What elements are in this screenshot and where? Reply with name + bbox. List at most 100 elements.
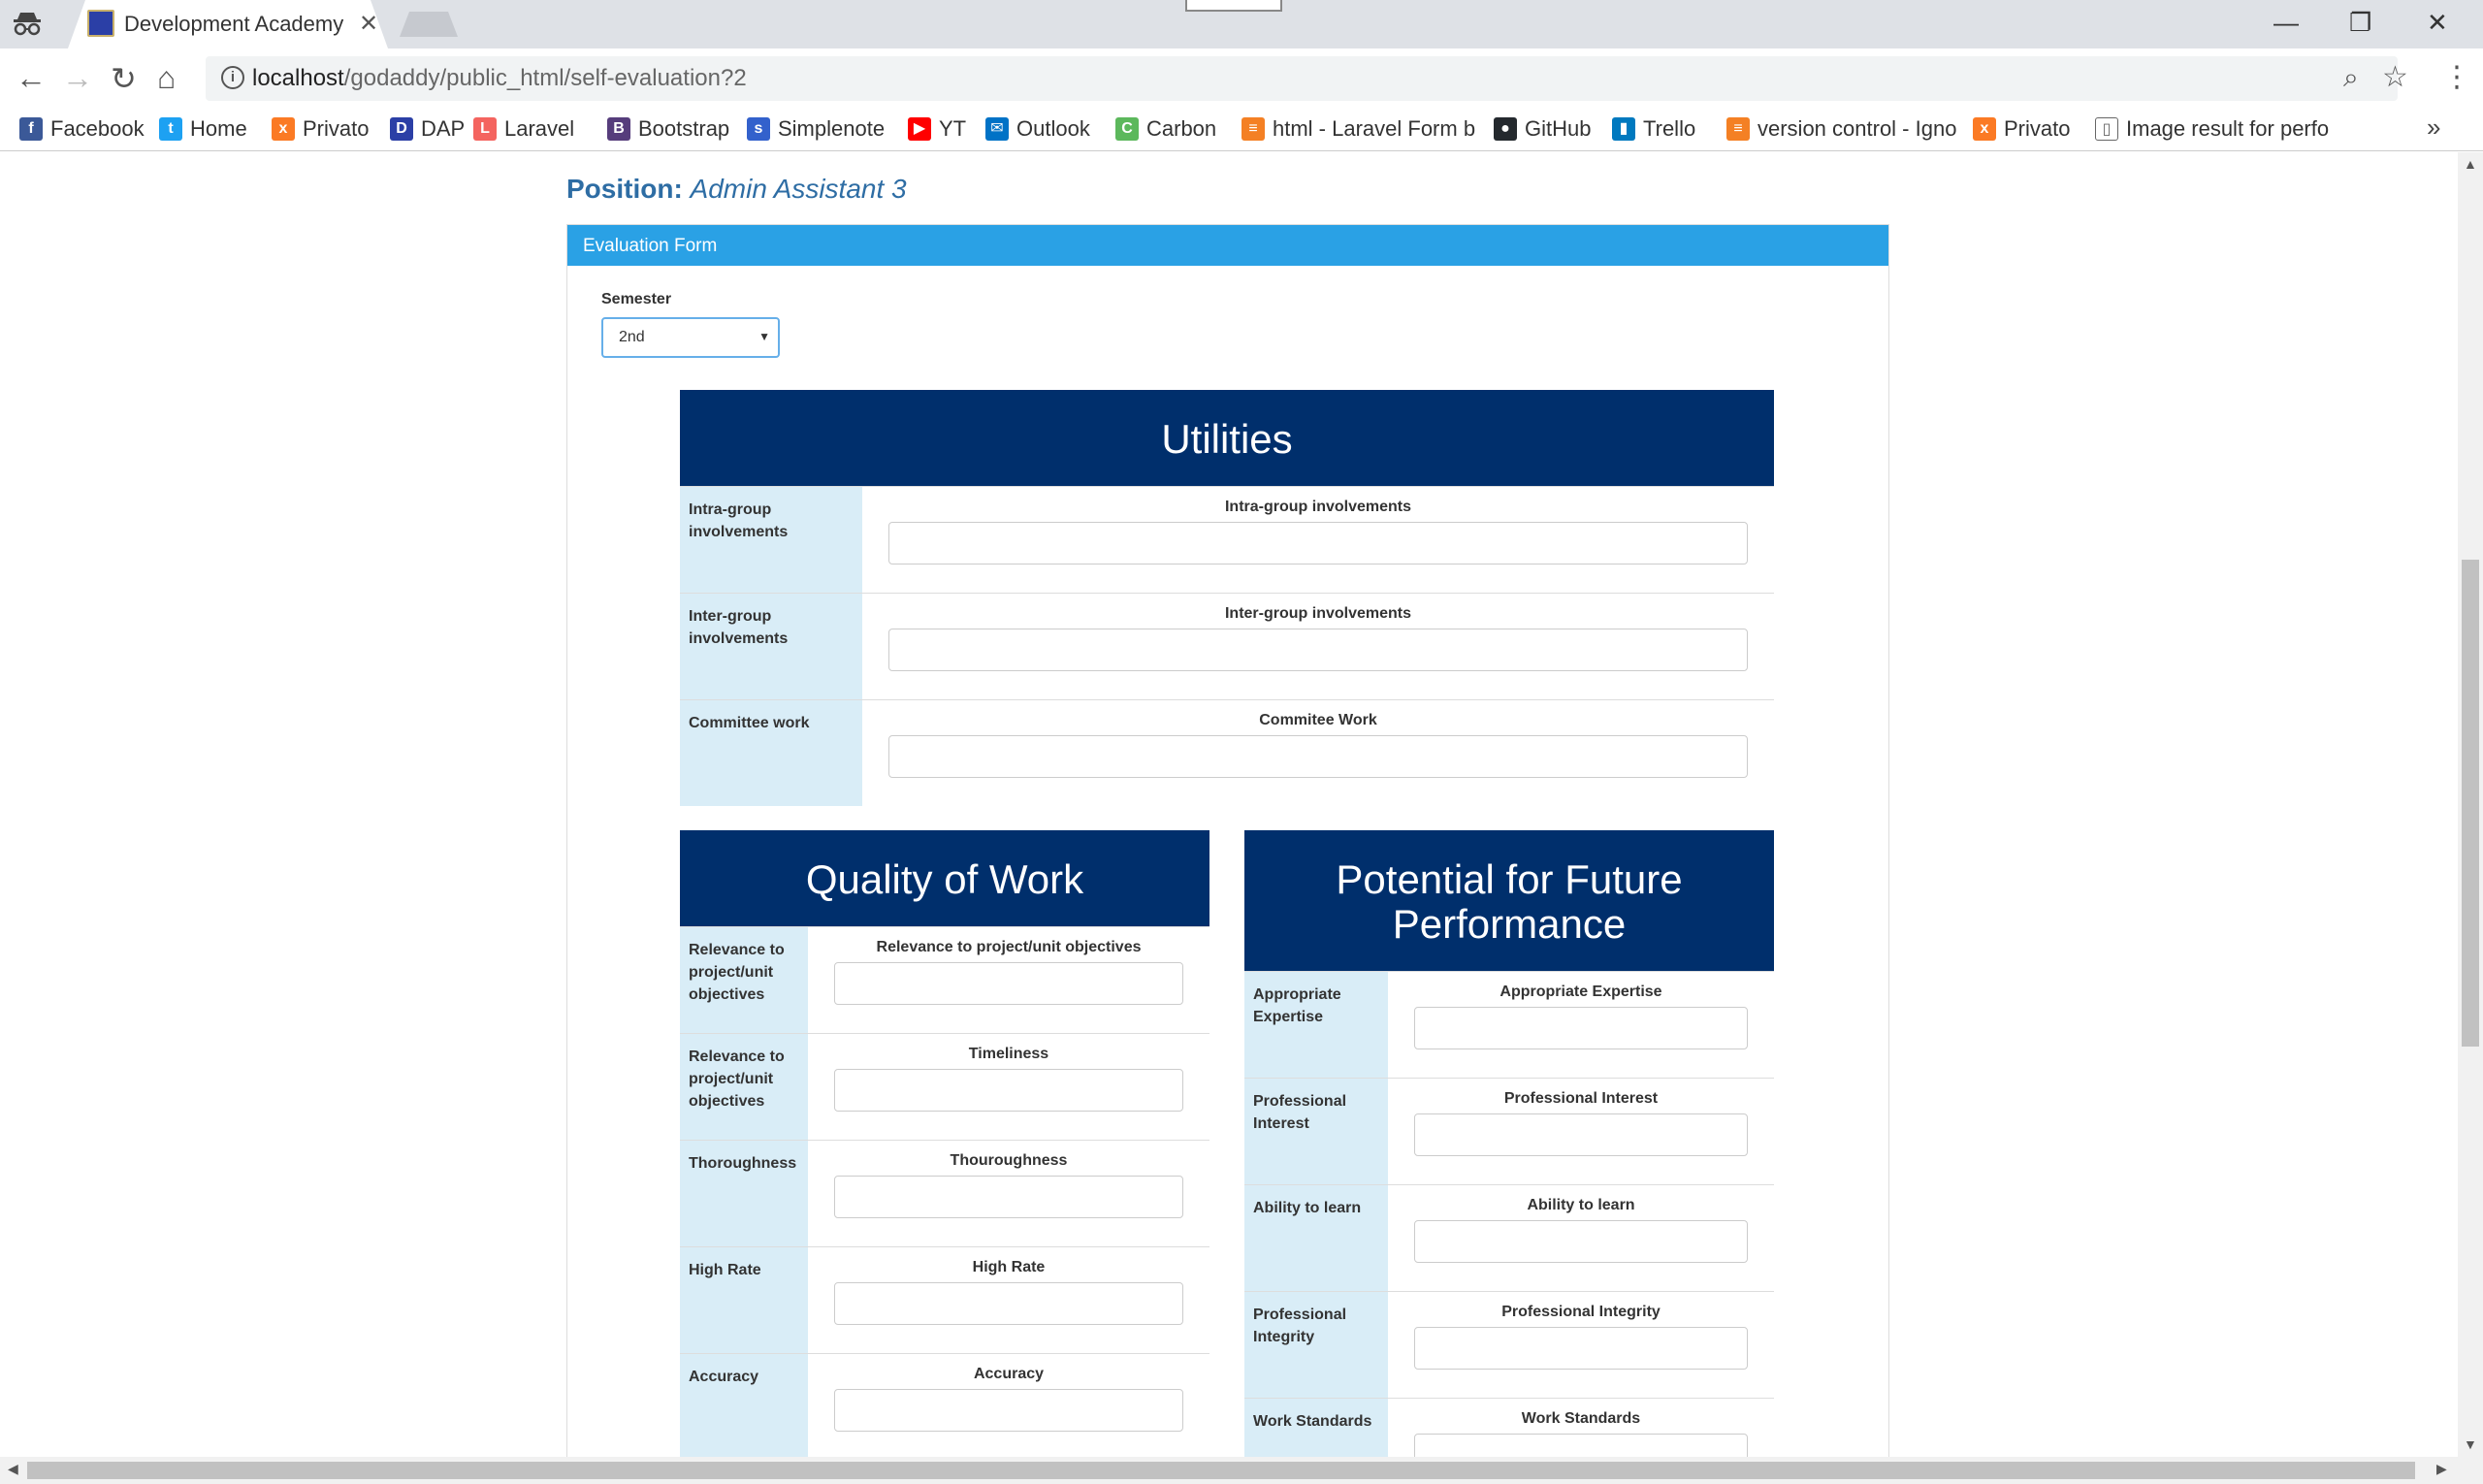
close-window-icon[interactable]: ✕ [2427, 8, 2448, 38]
browser-toolbar: ← → ↻ ⌂ i localhost/godaddy/public_html/… [0, 48, 2483, 109]
evaluation-panel: Evaluation Form Semester 2nd ▼ Utilities… [566, 224, 1889, 1457]
semester-select[interactable]: 2nd ▼ [601, 317, 780, 358]
semester-label: Semester [601, 291, 672, 307]
criterion-label: Professional Interest [1244, 1079, 1388, 1184]
criterion-label: Thoroughness [680, 1141, 808, 1246]
site-info-icon[interactable]: i [221, 66, 244, 89]
bookmark-label: Facebook [50, 116, 145, 141]
scroll-left-icon[interactable]: ◀ [8, 1461, 18, 1477]
rating-input[interactable] [834, 962, 1183, 1005]
dropdown-caret-icon: ▼ [758, 330, 770, 343]
bookmark-item[interactable]: ▮ Trello [1612, 114, 1695, 144]
form-row: Appropriate Expertise Appropriate Experti… [1244, 971, 1774, 1078]
bookmark-label: Image result for perfo [2126, 116, 2330, 141]
form-row: Ability to learn Ability to learn [1244, 1184, 1774, 1291]
new-tab-button[interactable] [400, 12, 458, 37]
form-row: High Rate High Rate [680, 1246, 1209, 1353]
rating-input[interactable] [1414, 1007, 1748, 1049]
field-title: Commitee Work [1259, 712, 1377, 728]
bookmark-star-icon[interactable]: ☆ [2382, 60, 2408, 94]
tab-close-icon[interactable]: ✕ [359, 10, 378, 38]
bookmark-item[interactable]: x Privato [272, 114, 369, 144]
form-row: Intra-group involvements Intra-group invo… [680, 486, 1774, 593]
rating-input[interactable] [1414, 1434, 1748, 1457]
stackoverflow-icon: ≡ [1242, 117, 1265, 141]
forward-icon[interactable]: → [62, 60, 93, 96]
criterion-label: Work Standards [1244, 1399, 1388, 1457]
field-title: Professional Interest [1503, 1090, 1659, 1107]
bookmark-label: html - Laravel Form b [1273, 116, 1476, 141]
rating-input[interactable] [834, 1389, 1183, 1432]
url-path: /godaddy/public_html/self-evaluation?2 [343, 65, 747, 91]
bookmark-label: YT [939, 116, 967, 141]
bookmark-item[interactable]: B Bootstrap [607, 114, 729, 144]
bookmark-item[interactable]: ▶ YT [908, 114, 966, 144]
bookmark-item[interactable]: s Simplenote [747, 114, 885, 144]
bookmark-item[interactable]: ▯ Image result for perfo [2095, 114, 2329, 144]
field-title: Intra-group involvements [1224, 499, 1412, 515]
rating-input[interactable] [1414, 1220, 1748, 1263]
field-title: Work Standards [1521, 1410, 1641, 1427]
form-row: Committee work Commitee Work [680, 699, 1774, 806]
criterion-label: Intra-group involvements [680, 487, 862, 593]
rating-input[interactable] [834, 1069, 1183, 1112]
xampp-icon: x [1973, 117, 1996, 141]
rating-input[interactable] [834, 1282, 1183, 1325]
field-title: Ability to learn [1527, 1197, 1635, 1213]
bookmark-item[interactable]: ≡ html - Laravel Form b [1242, 114, 1475, 144]
vertical-scroll-thumb[interactable] [2462, 560, 2479, 1047]
reload-icon[interactable]: ↻ [111, 60, 137, 97]
address-bar[interactable]: i localhost/godaddy/public_html/self-eva… [206, 56, 2398, 101]
window-drag-handle[interactable] [1185, 0, 1282, 12]
url-text[interactable]: localhost/godaddy/public_html/self-evalu… [252, 65, 747, 92]
youtube-icon: ▶ [908, 117, 931, 141]
field-title: Timeliness [968, 1046, 1049, 1062]
rating-input[interactable] [1414, 1113, 1748, 1156]
back-icon[interactable]: ← [16, 60, 47, 96]
bookmark-label: Simplenote [778, 116, 886, 141]
section-title: Quality of Work [680, 830, 1209, 926]
field-title: Inter-group involvements [1224, 605, 1412, 622]
rating-input[interactable] [888, 735, 1748, 778]
bookmark-item[interactable]: t Home [159, 114, 247, 144]
rating-input[interactable] [1414, 1327, 1748, 1370]
zoom-icon[interactable]: ⌕ [2343, 62, 2359, 94]
rating-input[interactable] [834, 1176, 1183, 1218]
bookmark-item[interactable]: ≡ version control - Igno [1726, 114, 1956, 144]
scroll-up-icon[interactable]: ▲ [2464, 156, 2477, 172]
browser-tab-active[interactable]: Development Academy o ✕ [68, 0, 388, 48]
restore-icon[interactable]: ❐ [2349, 8, 2371, 38]
criterion-label: High Rate [680, 1247, 808, 1353]
form-row: Work Standards Work Standards [1244, 1398, 1774, 1457]
bookmark-item[interactable]: L Laravel [473, 114, 574, 144]
criterion-label: Committee work [680, 700, 862, 806]
vertical-scrollbar[interactable]: ▲ ▼ [2458, 152, 2483, 1457]
rating-input[interactable] [888, 522, 1748, 565]
criterion-label: Ability to learn [1244, 1185, 1388, 1291]
laravel-icon: L [473, 117, 497, 141]
horizontal-scrollbar[interactable]: ◀ ▶ [0, 1457, 2483, 1484]
section-title: Utilities [680, 390, 1774, 486]
page-viewport: Position: Admin Assistant 3 Evaluation F… [0, 152, 2458, 1457]
horizontal-scroll-thumb[interactable] [27, 1462, 2415, 1479]
minimize-icon[interactable]: — [2273, 8, 2299, 38]
bootstrap-icon: B [607, 117, 630, 141]
bookmarks-overflow-icon[interactable]: » [2427, 113, 2440, 143]
rating-input[interactable] [888, 629, 1748, 671]
bookmark-item[interactable]: ✉ Outlook [985, 114, 1090, 144]
potential-section: Potential for Future Performance Appropr… [1244, 830, 1774, 1457]
bookmark-item[interactable]: ● GitHub [1494, 114, 1591, 144]
bookmark-item[interactable]: D DAP [390, 114, 465, 144]
position-value: Admin Assistant 3 [690, 174, 907, 204]
scroll-right-icon[interactable]: ▶ [2436, 1461, 2447, 1477]
home-icon[interactable]: ⌂ [157, 60, 176, 96]
dap-favicon-icon [87, 10, 114, 37]
scroll-down-icon[interactable]: ▼ [2464, 1436, 2477, 1452]
bookmark-item[interactable]: x Privato [1973, 114, 2070, 144]
quality-of-work-section: Quality of Work Relevance to project/uni… [680, 830, 1209, 1457]
browser-menu-icon[interactable]: ⋮ [2442, 60, 2471, 94]
field-title: High Rate [972, 1259, 1046, 1275]
criterion-label: Professional Integrity [1244, 1292, 1388, 1398]
bookmark-item[interactable]: f Facebook [19, 114, 145, 144]
bookmark-item[interactable]: C Carbon [1115, 114, 1216, 144]
